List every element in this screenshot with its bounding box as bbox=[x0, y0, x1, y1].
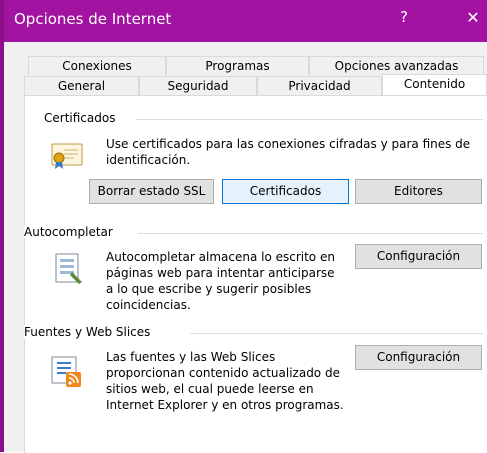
feeds-divider bbox=[190, 333, 483, 334]
rss-feed-icon bbox=[50, 354, 84, 388]
autocomplete-form-icon bbox=[52, 252, 84, 286]
clear-ssl-state-button[interactable]: Borrar estado SSL bbox=[89, 179, 214, 204]
tab-programas[interactable]: Programas bbox=[166, 56, 309, 75]
help-button[interactable]: ? bbox=[392, 8, 416, 34]
certificates-description: Use certificados para las conexiones cif… bbox=[106, 137, 471, 167]
tab-contenido[interactable]: Contenido bbox=[382, 74, 487, 95]
autocomplete-settings-button[interactable]: Configuración bbox=[355, 244, 482, 269]
autocomplete-heading: Autocompletar bbox=[24, 225, 117, 239]
tab-conexiones[interactable]: Conexiones bbox=[28, 56, 166, 75]
close-button[interactable]: ✕ bbox=[459, 8, 487, 34]
window-left-accent bbox=[0, 0, 4, 452]
certificates-heading: Certificados bbox=[44, 111, 120, 125]
tab-seguridad[interactable]: Seguridad bbox=[139, 76, 257, 95]
tab-opciones-avanzadas[interactable]: Opciones avanzadas bbox=[309, 56, 484, 75]
publishers-button[interactable]: Editores bbox=[355, 179, 482, 204]
certificates-button[interactable]: Certificados bbox=[222, 179, 349, 204]
autocomplete-description: Autocompletar almacena lo escrito en pág… bbox=[106, 250, 335, 312]
feeds-settings-button[interactable]: Configuración bbox=[355, 345, 482, 370]
certificates-divider bbox=[136, 119, 483, 120]
internet-options-window: Opciones de Internet ? ✕ Conexiones Prog… bbox=[0, 0, 487, 453]
feeds-description: Las fuentes y las Web Slices proporciona… bbox=[106, 350, 344, 412]
window-title: Opciones de Internet bbox=[14, 10, 172, 28]
certificate-icon bbox=[50, 137, 84, 171]
autocomplete-divider bbox=[138, 233, 483, 234]
title-bar[interactable]: Opciones de Internet ? ✕ bbox=[4, 0, 487, 42]
tab-privacidad[interactable]: Privacidad bbox=[257, 76, 382, 95]
tab-general[interactable]: General bbox=[24, 76, 139, 95]
feeds-heading: Fuentes y Web Slices bbox=[24, 325, 155, 339]
